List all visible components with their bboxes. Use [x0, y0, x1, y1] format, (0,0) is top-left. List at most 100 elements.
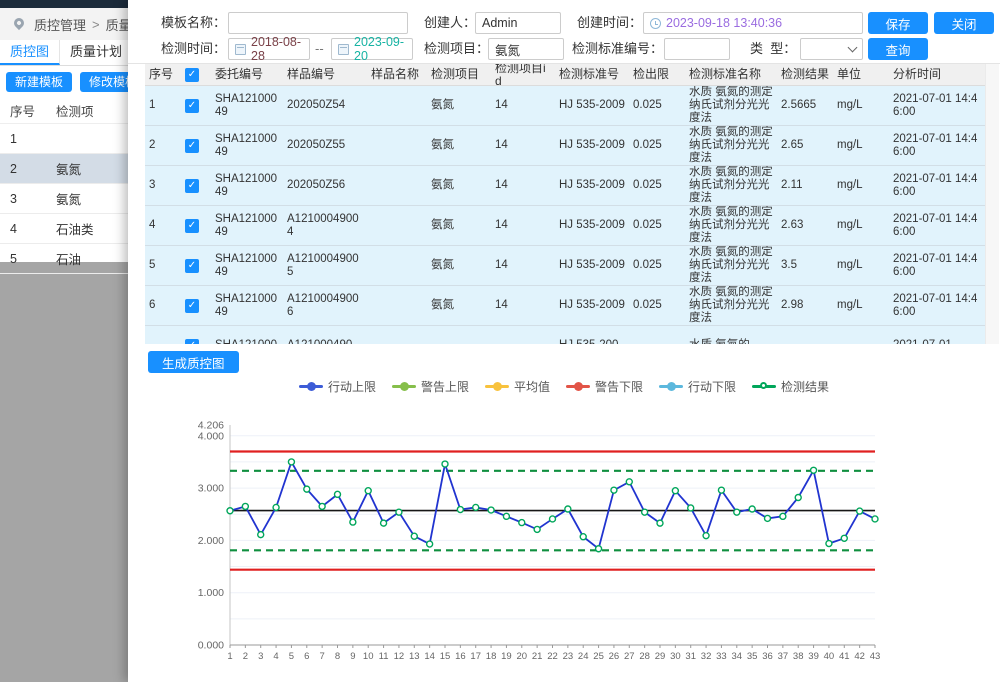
column-header-index: 序号 — [145, 64, 181, 85]
legend-item[interactable]: 行动下限 — [659, 378, 736, 395]
cell-standard_no: HJ 535-2009 — [555, 126, 629, 165]
table-row[interactable]: 5✓SHA12100049A12100049005氨氮14HJ 535-2009… — [145, 246, 985, 286]
legend-marker-icon — [392, 385, 416, 388]
column-header-detection_limit: 检出限 — [629, 64, 685, 85]
template-name-input[interactable] — [228, 12, 408, 34]
table-scrollbar[interactable] — [985, 64, 999, 344]
cell-consignment_no: SHA12100049 — [211, 166, 283, 205]
cell-standard_no: HJ 535-200 — [555, 326, 629, 344]
sidebar-rows: 12氨氮3氨氮4石油类5石油 — [0, 124, 128, 274]
svg-text:30: 30 — [670, 651, 681, 662]
create-time-input[interactable]: 2023-09-18 13:40:36 — [643, 12, 863, 34]
sidebar-row-no: 2 — [0, 162, 56, 176]
test-time-end-input[interactable]: 2023-09-20 — [331, 38, 413, 60]
standard-no-input[interactable] — [664, 38, 730, 60]
svg-text:1: 1 — [227, 651, 232, 662]
legend-item[interactable]: 警告下限 — [566, 378, 643, 395]
cell-sample_name — [367, 286, 427, 325]
row-checkbox[interactable]: ✓ — [185, 299, 199, 313]
chevron-down-icon — [848, 43, 858, 53]
test-time-start-input[interactable]: 2018-08-28 — [228, 38, 310, 60]
table-row[interactable]: 4✓SHA12100049A12100049004氨氮14HJ 535-2009… — [145, 206, 985, 246]
qc-chart-svg: 0.0001.0002.0003.0004.0004.2061234567891… — [195, 415, 895, 670]
qc-template-panel: 模板名称： 创建人： 创建时间： 2023-09-18 13:40:36 保存 … — [128, 0, 1000, 682]
legend-label: 平均值 — [514, 378, 550, 395]
sidebar-row[interactable]: 5石油 — [0, 244, 128, 274]
cell-test_item_id — [491, 326, 555, 344]
svg-text:26: 26 — [609, 651, 620, 662]
cell-index: 6 — [145, 286, 181, 325]
generate-qc-chart-button[interactable]: 生成质控图 — [148, 351, 239, 373]
column-header-check: ✓ — [181, 64, 211, 85]
cell-standard_name: 水质 氨氮的测定 纳氏试剂分光光度法 — [685, 86, 777, 125]
row-checkbox[interactable]: ✓ — [185, 219, 199, 233]
svg-text:9: 9 — [350, 651, 355, 662]
legend-dot-icon — [574, 382, 583, 391]
cell-check: ✓ — [181, 206, 211, 245]
close-button[interactable]: 关闭 — [934, 12, 994, 34]
cell-result: 2.5665 — [777, 86, 833, 125]
sidebar-row[interactable]: 2氨氮 — [0, 154, 128, 184]
select-all-checkbox[interactable]: ✓ — [185, 68, 199, 82]
legend-item[interactable]: 检测结果 — [752, 378, 829, 395]
svg-text:41: 41 — [839, 651, 850, 662]
breadcrumb-item-1[interactable]: 质控管理 — [34, 15, 86, 34]
row-checkbox[interactable]: ✓ — [185, 339, 199, 345]
query-button[interactable]: 查询 — [868, 38, 928, 60]
cell-analysis_time: 2021-07-01 — [889, 326, 985, 344]
cell-test_item — [427, 326, 491, 344]
test-item-label: 检测项目： — [424, 38, 489, 60]
breadcrumb-item-2[interactable]: 质量计划 — [106, 15, 128, 34]
cell-unit — [833, 326, 889, 344]
cell-sample_no: A121000490 — [283, 326, 367, 344]
table-row[interactable]: 6✓SHA12100049A12100049006氨氮14HJ 535-2009… — [145, 286, 985, 326]
table-row[interactable]: 2✓SHA12100049202050Z55氨氮14HJ 535-20090.0… — [145, 126, 985, 166]
tab-quality-plan[interactable]: 质量计划 — [60, 40, 128, 65]
test-item-input[interactable] — [488, 38, 564, 60]
new-template-button[interactable]: 新建模板 — [6, 72, 72, 92]
cell-standard_no: HJ 535-2009 — [555, 166, 629, 205]
cell-unit: mg/L — [833, 246, 889, 285]
cell-result: 2.11 — [777, 166, 833, 205]
sidebar-row[interactable]: 1 — [0, 124, 128, 154]
type-select[interactable] — [800, 38, 863, 60]
table-row[interactable]: 1✓SHA12100049202050Z54氨氮14HJ 535-20090.0… — [145, 86, 985, 126]
legend-label: 警告下限 — [595, 378, 643, 395]
column-header-standard_no: 检测标准号 — [555, 64, 629, 85]
test-time-end-value: 2023-09-20 — [354, 35, 406, 63]
row-checkbox[interactable]: ✓ — [185, 99, 199, 113]
cell-detection_limit: 0.025 — [629, 286, 685, 325]
test-time-start-value: 2018-08-28 — [251, 35, 303, 63]
cell-result: 2.65 — [777, 126, 833, 165]
cell-standard_no: HJ 535-2009 — [555, 86, 629, 125]
svg-text:16: 16 — [455, 651, 466, 662]
date-range-separator: -- — [315, 38, 324, 60]
svg-text:22: 22 — [547, 651, 558, 662]
save-button[interactable]: 保存 — [868, 12, 928, 34]
sidebar-row[interactable]: 4石油类 — [0, 214, 128, 244]
cell-analysis_time: 2021-07-01 14:46:00 — [889, 206, 985, 245]
legend-item[interactable]: 行动上限 — [299, 378, 376, 395]
legend-item[interactable]: 警告上限 — [392, 378, 469, 395]
legend-item[interactable]: 平均值 — [485, 378, 550, 395]
sidebar-row[interactable]: 3氨氮 — [0, 184, 128, 214]
tab-qc-chart[interactable]: 质控图 — [0, 40, 60, 65]
table-row[interactable]: ✓SHA121000A121000490HJ 535-200水质 氨氮的2021… — [145, 326, 985, 344]
cell-standard_name: 水质 氨氮的测定 纳氏试剂分光光度法 — [685, 126, 777, 165]
column-header-consignment_no: 委托编号 — [211, 64, 283, 85]
row-checkbox[interactable]: ✓ — [185, 179, 199, 193]
sidebar-row-item: 氨氮 — [56, 189, 128, 208]
create-time-label: 创建时间： — [577, 12, 642, 34]
creator-input[interactable] — [475, 12, 561, 34]
sidebar-row-no: 5 — [0, 252, 56, 266]
template-name-label: 模板名称： — [161, 12, 226, 34]
legend-dot-icon — [667, 382, 676, 391]
cell-sample_no: A12100049006 — [283, 286, 367, 325]
table-row[interactable]: 3✓SHA12100049202050Z56氨氮14HJ 535-20090.0… — [145, 166, 985, 206]
row-checkbox[interactable]: ✓ — [185, 139, 199, 153]
row-checkbox[interactable]: ✓ — [185, 259, 199, 273]
edit-template-button[interactable]: 修改模板 — [80, 72, 128, 92]
cell-index — [145, 326, 181, 344]
create-time-value: 2023-09-18 13:40:36 — [666, 16, 782, 30]
cell-test_item_id: 14 — [491, 206, 555, 245]
